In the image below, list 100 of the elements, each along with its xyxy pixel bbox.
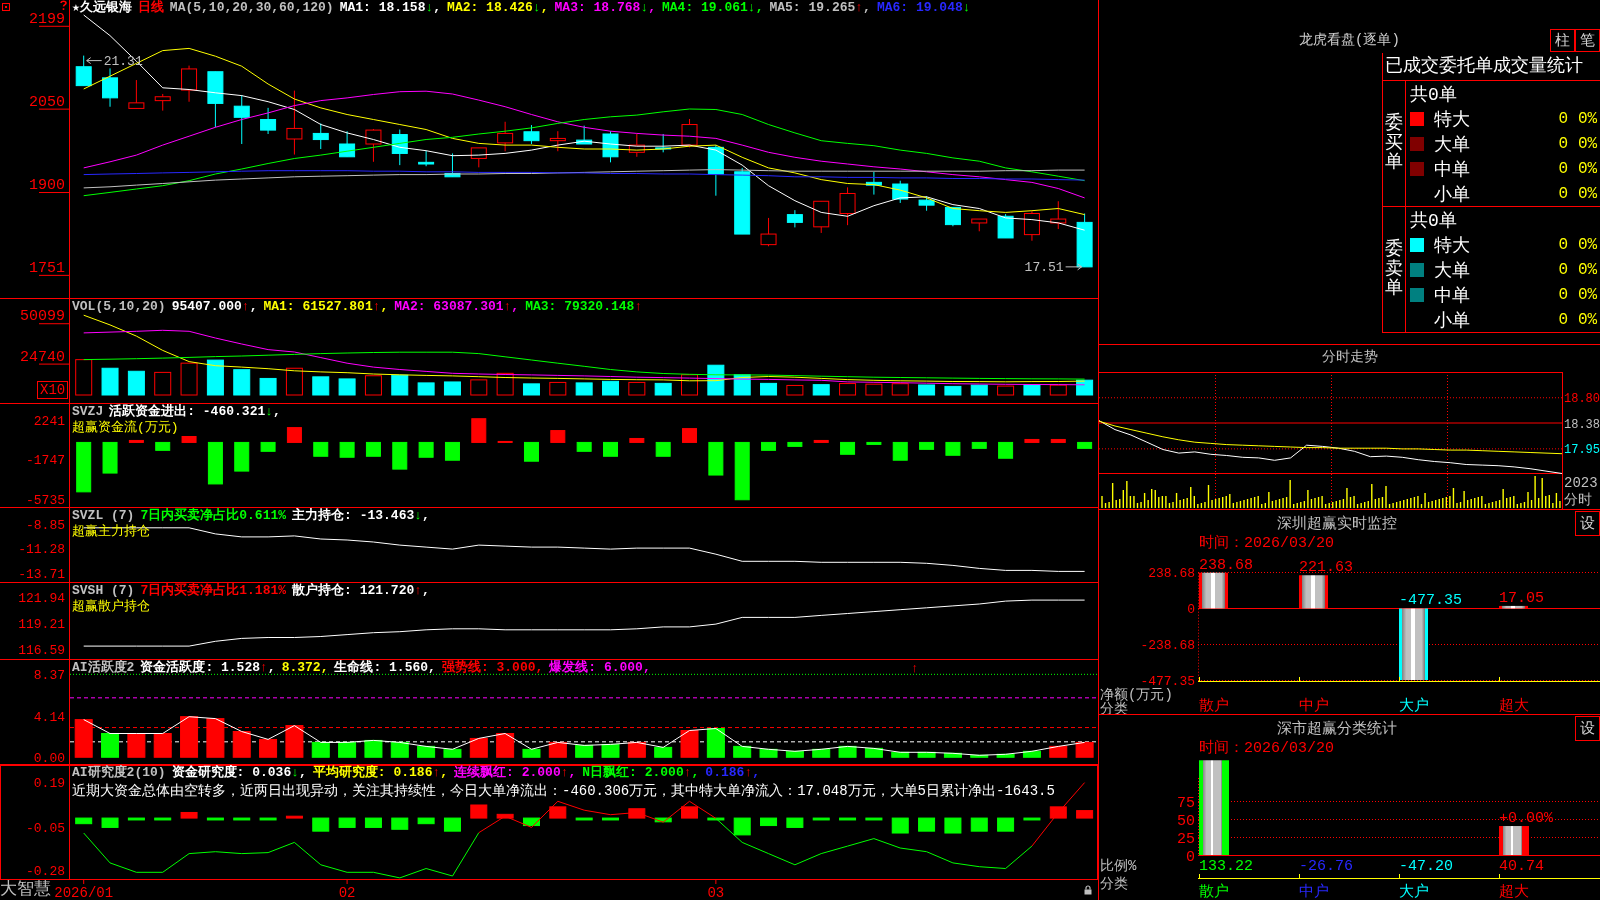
candlestick: [1023, 210, 1040, 242]
table-title: 已成交委托单成交量统计: [1383, 53, 1600, 81]
bar: [680, 730, 699, 758]
candlestick: [549, 130, 566, 152]
bar: [945, 441, 961, 456]
legend-text: 日线: [137, 0, 164, 16]
settings-button[interactable]: 设: [1575, 510, 1600, 536]
bar: [708, 441, 724, 476]
pane-caption: 超赢散户持仓: [71, 599, 151, 614]
percent-label: +0.00%: [1499, 810, 1553, 828]
category-label: 中户: [1299, 884, 1329, 900]
axis-caption: 分时: [1564, 492, 1593, 509]
bar: [1050, 438, 1066, 443]
bar: [75, 817, 93, 825]
axis-label: 24740: [20, 348, 65, 366]
bar: [971, 441, 987, 449]
bar: [522, 383, 540, 396]
value-label: -477.35: [1399, 592, 1462, 610]
axis-label: 0: [1186, 849, 1195, 866]
axis-label: 238.68: [1148, 566, 1195, 581]
legend-text: 强势线: 3.000,: [441, 660, 544, 676]
view-toggle-button[interactable]: 柱: [1550, 28, 1575, 52]
legend-text: 资金活跃度: 1.528↑,: [140, 660, 276, 676]
bar: [548, 741, 567, 758]
bar: [1049, 384, 1067, 396]
bar: [153, 732, 172, 758]
bar: [706, 728, 725, 758]
settings-button[interactable]: 设: [1575, 715, 1600, 741]
bar: [997, 385, 1015, 396]
axis-title: 净额(万元): [1100, 687, 1173, 703]
order-total: 共0单: [1410, 209, 1458, 232]
legend-text: 0.186↑,: [705, 765, 760, 781]
order-size-label: 特大: [1434, 108, 1471, 131]
bar: [576, 441, 592, 452]
bar: [338, 378, 356, 396]
order-size-label: 小单: [1434, 183, 1471, 206]
bar: [549, 806, 567, 819]
unit-badge: X10: [37, 381, 69, 399]
axis-label: -5735: [26, 492, 65, 507]
value-label: -47.20: [1399, 858, 1453, 875]
bar: [470, 804, 488, 819]
axis-label: 50: [1177, 813, 1195, 830]
legend-text: AI研究度2(10): [72, 765, 166, 781]
bar: [338, 741, 357, 758]
order-count: 0: [1557, 260, 1568, 279]
order-percent: 0%: [1578, 310, 1599, 329]
legend-text: MA1: 61527.801↑,: [263, 299, 389, 315]
axis-label: 17.95: [1564, 443, 1600, 458]
legend-text: MA(5,10,20,30,60,120): [169, 0, 334, 16]
order-percent: 0%: [1578, 159, 1599, 178]
arrow-icon: [1065, 263, 1083, 271]
legend-text: ★久远银海: [72, 0, 132, 16]
legend-text: MA3: 18.768↓,: [554, 0, 656, 16]
legend-text: 7日内买卖净占比0.611%: [140, 508, 287, 524]
order-percent: 0%: [1578, 109, 1599, 128]
group-label: 委买单: [1385, 113, 1403, 174]
legend-text: MA4: 19.061↓,: [662, 0, 764, 16]
bar: [207, 441, 223, 485]
category-label: 中户: [1299, 698, 1329, 714]
bar: [602, 380, 619, 396]
candlestick: [944, 206, 961, 227]
bar: [443, 817, 461, 832]
axis-label: 119.21: [18, 617, 65, 633]
bar: [601, 743, 620, 758]
candlestick: [260, 107, 277, 135]
pane-caption: 超赢主力持仓: [71, 524, 151, 539]
app-name: 大智慧: [0, 880, 51, 900]
signal-arrow: ↑: [911, 661, 919, 676]
axis-title: 比例%: [1100, 858, 1137, 874]
bar: [944, 385, 962, 396]
pane-caption: 超赢资金流(万元): [71, 420, 180, 435]
bar: [944, 817, 962, 834]
bar: [181, 436, 197, 443]
bar: [180, 811, 198, 819]
legend-text: 散户持仓: 121.720↑,: [292, 583, 430, 599]
legend-text: 连续飘红: 2.000↑,: [454, 765, 577, 781]
bar: [522, 748, 541, 758]
view-toggle-button[interactable]: 笔: [1575, 28, 1600, 52]
legend-text: MA2: 18.426↓,: [447, 0, 549, 16]
date-label: 2026/01: [54, 885, 114, 900]
bar: [840, 441, 856, 455]
bar: [523, 441, 539, 462]
order-total: 共0单: [1410, 83, 1458, 106]
bar: [311, 741, 330, 758]
category-label: 大户: [1399, 884, 1429, 900]
lock-icon[interactable]: [1084, 885, 1092, 895]
candlestick: [233, 94, 250, 145]
order-size-label: 中单: [1434, 158, 1471, 181]
axis-label: 75: [1177, 795, 1195, 812]
candlestick: [418, 150, 435, 167]
order-count: 0: [1557, 285, 1568, 304]
bar: [470, 379, 488, 396]
axis-label: 0.19: [33, 776, 65, 792]
bar: [417, 745, 436, 758]
axis-label: 1751: [29, 259, 65, 277]
bar: [1024, 438, 1040, 443]
bar: [418, 441, 434, 458]
order-percent: 0%: [1578, 184, 1599, 203]
bar: [865, 383, 883, 396]
order-size-label: 大单: [1434, 133, 1471, 156]
